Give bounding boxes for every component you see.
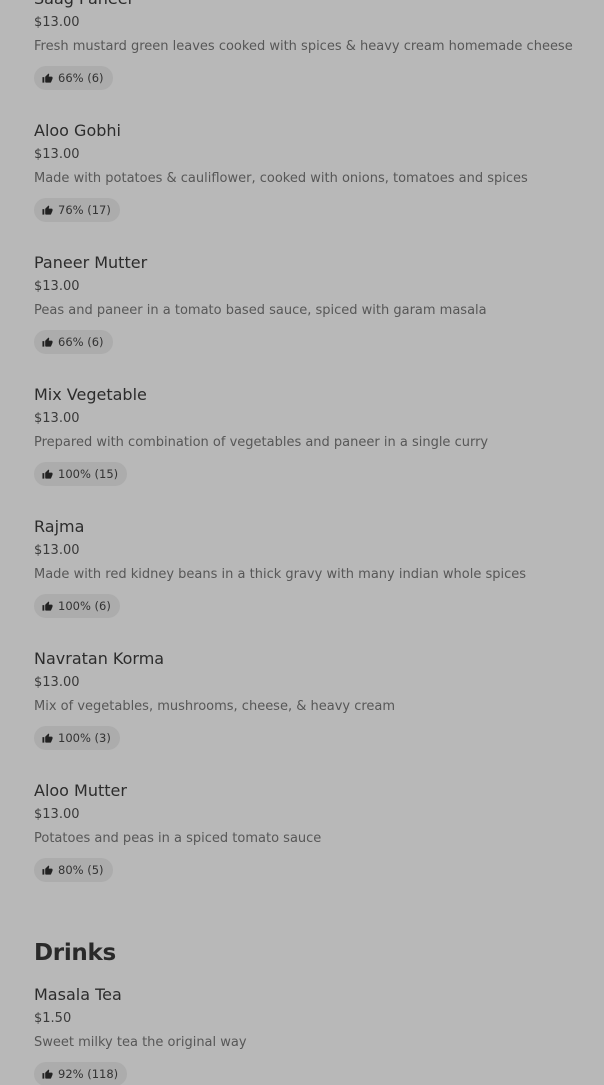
thumbs-up-icon: [42, 72, 53, 83]
rating-text: 100% (15): [58, 467, 119, 481]
item-price: $13.00: [34, 15, 80, 30]
item-name: Rajma: [34, 517, 85, 536]
section-title-drinks: Drinks: [34, 940, 116, 966]
thumbs-up-icon: [42, 600, 53, 611]
thumbs-up-icon: [42, 1068, 53, 1079]
item-price: $13.00: [34, 147, 80, 162]
rating-badge: 100% (3): [34, 726, 120, 750]
item-name: Aloo Mutter: [34, 781, 127, 800]
item-price: $13.00: [34, 807, 80, 822]
item-description: Potatoes and peas in a spiced tomato sau…: [34, 831, 322, 846]
item-name: Mix Vegetable: [34, 385, 147, 404]
thumbs-up-icon: [42, 336, 53, 347]
rating-badge: 100% (15): [34, 462, 128, 486]
rating-text: 92% (118): [58, 1067, 119, 1081]
item-price: $13.00: [34, 543, 80, 558]
rating-text: 80% (5): [58, 863, 104, 877]
item-description: Peas and paneer in a tomato based sauce,…: [34, 303, 487, 318]
item-description: Made with potatoes & cauliflower, cooked…: [34, 171, 528, 186]
rating-text: 66% (6): [58, 335, 104, 349]
item-description: Made with red kidney beans in a thick gr…: [34, 567, 527, 582]
item-name: Saag Paneer: [34, 0, 134, 9]
rating-badge: 66% (6): [34, 66, 113, 90]
rating-text: 100% (3): [58, 731, 111, 745]
menu-page: { "items": [ {"name": "Saag Paneer", "pr…: [0, 0, 604, 1085]
item-name: Masala Tea: [34, 985, 122, 1004]
thumbs-up-icon: [42, 864, 53, 875]
rating-badge: 76% (17): [34, 198, 120, 222]
item-description: Sweet milky tea the original way: [34, 1035, 247, 1050]
item-description: Mix of vegetables, mushrooms, cheese, & …: [34, 699, 396, 714]
item-price: $13.00: [34, 279, 80, 294]
item-name: Aloo Gobhi: [34, 121, 121, 140]
item-name: Navratan Korma: [34, 649, 165, 668]
item-description: Prepared with combination of vegetables …: [34, 435, 489, 450]
item-price: $13.00: [34, 411, 80, 426]
thumbs-up-icon: [42, 732, 53, 743]
rating-text: 66% (6): [58, 71, 104, 85]
rating-badge: 92% (118): [34, 1062, 128, 1085]
thumbs-up-icon: [42, 204, 53, 215]
thumbs-up-icon: [42, 468, 53, 479]
rating-badge: 100% (6): [34, 594, 120, 618]
rating-badge: 80% (5): [34, 858, 113, 882]
rating-text: 100% (6): [58, 599, 111, 613]
rating-badge: 66% (6): [34, 330, 113, 354]
item-price: $13.00: [34, 675, 80, 690]
rating-text: 76% (17): [58, 203, 111, 217]
item-price: $1.50: [34, 1011, 72, 1026]
item-description: Fresh mustard green leaves cooked with s…: [34, 39, 573, 54]
item-name: Paneer Mutter: [34, 253, 148, 272]
